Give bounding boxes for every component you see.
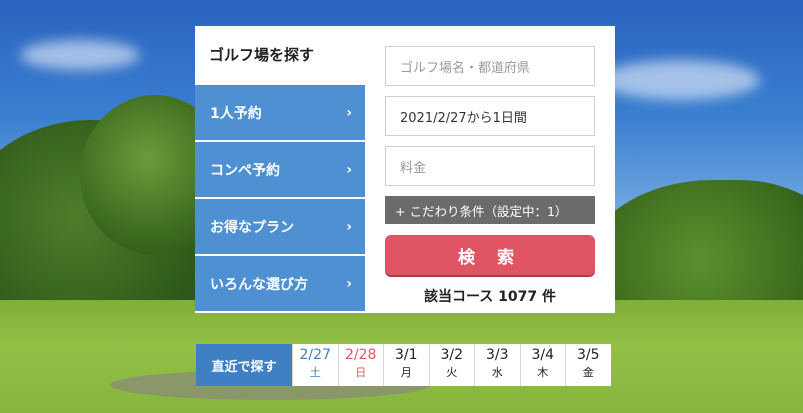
nav-item-deal-plans[interactable]: お得なプラン ›: [195, 199, 365, 254]
nav-item-label: お得なプラン: [210, 219, 294, 236]
conditions-button[interactable]: + こだわり条件（設定中：1）: [385, 196, 595, 224]
chevron-right-icon: ›: [346, 275, 352, 292]
date-number: 2/27: [299, 347, 331, 363]
date-weekday: 月: [400, 366, 412, 379]
date-weekday: 日: [355, 366, 367, 379]
nav-item-browse-options[interactable]: いろんな選び方 ›: [195, 256, 365, 311]
date-strip-label: 直近で探す: [196, 344, 292, 386]
search-button[interactable]: 検 索: [385, 235, 595, 275]
nav-item-competition-booking[interactable]: コンペ予約 ›: [195, 142, 365, 197]
date-strip: 直近で探す 2/27 土 2/28 日 3/1 月 3/2 火 3/3 水 3/…: [196, 344, 611, 386]
date-cell[interactable]: 3/4 木: [519, 344, 565, 386]
date-cell[interactable]: 2/27 土: [292, 344, 338, 386]
nav-item-label: コンペ予約: [210, 162, 280, 179]
cloud: [20, 40, 140, 70]
date-weekday: 金: [582, 366, 594, 379]
date-weekday: 木: [537, 366, 549, 379]
date-cell[interactable]: 3/3 水: [474, 344, 520, 386]
date-number: 3/4: [531, 347, 555, 363]
date-weekday: 水: [491, 366, 503, 379]
chevron-right-icon: ›: [346, 104, 352, 121]
date-weekday: 土: [309, 366, 321, 379]
date-cell[interactable]: 3/5 金: [565, 344, 611, 386]
panel-title: ゴルフ場を探す: [209, 46, 315, 64]
date-number: 3/5: [576, 347, 600, 363]
price-field[interactable]: 料金: [385, 146, 595, 186]
nav-item-solo-booking[interactable]: 1人予約 ›: [195, 85, 365, 140]
date-number: 3/3: [485, 347, 509, 363]
cloud: [600, 60, 760, 100]
reservation-nav: 1人予約 › コンペ予約 › お得なプラン › いろんな選び方 ›: [195, 85, 365, 313]
date-weekday: 火: [446, 366, 458, 379]
course-search-input[interactable]: ゴルフ場名・都道府県: [385, 46, 595, 86]
date-number: 2/28: [345, 347, 377, 363]
date-cell[interactable]: 3/1 月: [383, 344, 429, 386]
chevron-right-icon: ›: [346, 161, 352, 178]
date-number: 3/2: [440, 347, 464, 363]
date-range-field[interactable]: 2021/2/27から1日間: [385, 96, 595, 136]
result-count: 該当コース 1077 件: [423, 289, 556, 305]
search-panel: ゴルフ場を探す 1人予約 › コンペ予約 › お得なプラン › いろんな選び方 …: [195, 26, 615, 313]
date-number: 3/1: [394, 347, 418, 363]
nav-item-label: いろんな選び方: [210, 276, 308, 293]
date-cell[interactable]: 3/2 火: [428, 344, 474, 386]
date-cell[interactable]: 2/28 日: [337, 344, 383, 386]
chevron-right-icon: ›: [346, 218, 352, 235]
nav-item-label: 1人予約: [210, 105, 262, 122]
